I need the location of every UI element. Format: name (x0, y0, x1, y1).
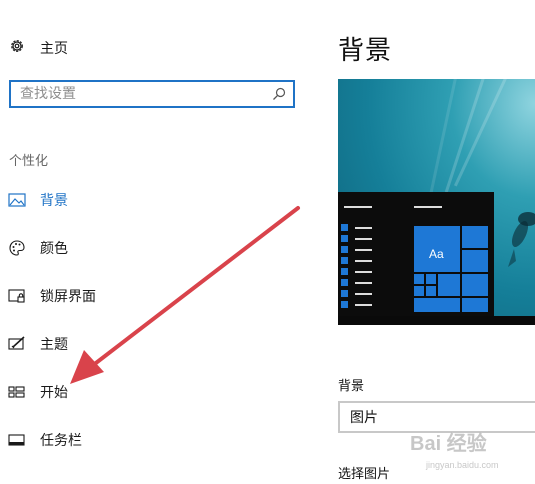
preview-tile (462, 274, 488, 296)
main-content: 背景 Aa 背景 图片 选择图片 (338, 0, 535, 484)
page-title: 背景 (338, 36, 393, 66)
preview-app-row (341, 288, 372, 299)
preview-app-list (341, 222, 372, 310)
watermark-text: Bai 经验 (410, 431, 487, 455)
sidebar-item-themes[interactable]: 主题 (8, 332, 68, 356)
palette-icon (8, 239, 26, 257)
preview-app-row (341, 233, 372, 244)
baidu-watermark: Bai 经验 jingyan.baidu.com (410, 431, 499, 470)
preview-tile (414, 274, 424, 284)
preview-app-row (341, 244, 372, 255)
settings-sidebar: 主页 个性化 背景 (0, 0, 320, 484)
preview-app-row (341, 277, 372, 288)
watermark-subtext: jingyan.baidu.com (425, 460, 499, 470)
sidebar-item-label: 任务栏 (40, 433, 82, 449)
preview-header-line (344, 206, 372, 208)
search-box[interactable] (9, 80, 295, 108)
sidebar-item-label: 背景 (40, 193, 68, 209)
sidebar-item-colors[interactable]: 颜色 (8, 236, 68, 260)
preview-tile (462, 250, 488, 272)
gear-icon (8, 37, 26, 59)
background-type-label: 背景 (338, 379, 365, 394)
section-title-personalization: 个性化 (9, 154, 49, 169)
search-input[interactable] (11, 85, 267, 103)
sidebar-item-start[interactable]: 开始 (8, 380, 68, 404)
preview-app-row (341, 255, 372, 266)
picture-icon (8, 191, 26, 209)
dropdown-selected-value: 图片 (350, 410, 378, 426)
preview-tile (462, 298, 488, 312)
preview-tile (438, 274, 460, 296)
home-nav-item[interactable]: 主页 (8, 36, 68, 60)
preview-header-line (414, 206, 442, 208)
preview-tile (414, 286, 424, 296)
choose-picture-label: 选择图片 (338, 467, 391, 482)
preview-app-row (341, 222, 372, 233)
taskbar-preview (338, 316, 535, 325)
search-icon[interactable] (267, 87, 291, 101)
preview-app-row (341, 266, 372, 277)
sidebar-item-label: 主题 (40, 337, 68, 353)
home-label: 主页 (40, 41, 68, 57)
start-menu-icon (8, 383, 26, 401)
theme-icon (8, 335, 26, 353)
start-menu-preview: Aa (338, 192, 494, 325)
background-preview: Aa (338, 79, 535, 325)
sidebar-item-label: 颜色 (40, 241, 68, 257)
sidebar-item-label: 开始 (40, 385, 68, 401)
sidebar-item-taskbar[interactable]: 任务栏 (8, 428, 82, 452)
preview-tile (462, 226, 488, 248)
preview-app-row (341, 299, 372, 310)
lock-screen-icon (8, 287, 26, 305)
sidebar-item-label: 锁屏界面 (40, 289, 96, 305)
tile-label: Aa (429, 247, 444, 261)
diver-figure (508, 212, 535, 267)
preview-tile-large: Aa (414, 226, 460, 272)
preview-tile (426, 274, 436, 284)
preview-tile (414, 298, 460, 312)
preview-tile (426, 286, 436, 296)
sidebar-item-background[interactable]: 背景 (8, 188, 68, 212)
taskbar-icon (8, 431, 26, 449)
sidebar-item-lock-screen[interactable]: 锁屏界面 (8, 284, 96, 308)
